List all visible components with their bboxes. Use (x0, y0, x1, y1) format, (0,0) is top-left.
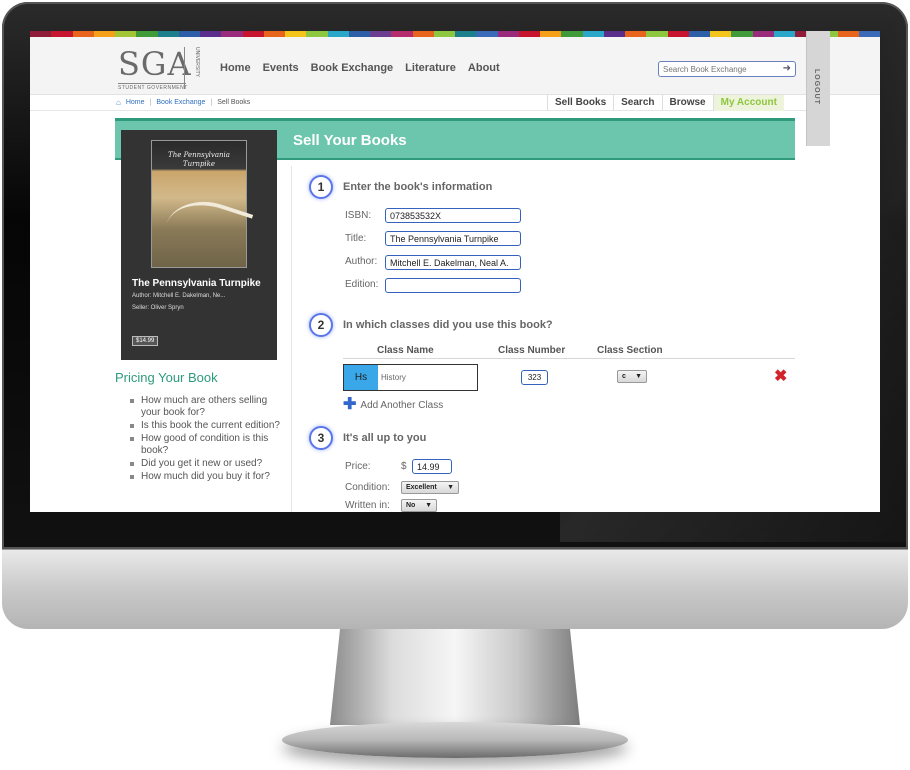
main-nav: Home Events Book Exchange Literature Abo… (220, 62, 500, 74)
search-input[interactable] (663, 64, 773, 75)
edition-label: Edition: (345, 279, 379, 290)
list-item: How much are others selling your book fo… (129, 395, 289, 419)
sub-bar: ⌂ Home | Book Exchange | Sell Books Sell… (30, 95, 806, 111)
currency-symbol: $ (401, 461, 407, 472)
add-another-class-button[interactable]: ✚ Add Another Class (343, 396, 444, 413)
nav-events[interactable]: Events (263, 62, 299, 74)
breadcrumb-separator: | (149, 99, 152, 106)
title-label: Title: (345, 233, 367, 244)
class-section-value: c (622, 373, 626, 380)
logo-subtext: STUDENT GOVERNMENT (118, 85, 188, 91)
condition-select[interactable]: Excellent ▼ (401, 481, 459, 494)
step-3-heading: It's all up to you (343, 432, 427, 444)
list-item: Did you get it new or used? (129, 458, 289, 470)
class-abbreviation-badge: Hs (344, 365, 378, 390)
book-author: Author: Mitchell E. Dakelman, Ne... (132, 293, 226, 299)
class-name-value: History (381, 373, 406, 382)
book-price-badge: $14.99 (132, 336, 159, 346)
condition-label: Condition: (345, 482, 391, 493)
monitor-stand-neck (330, 629, 580, 725)
step-1-heading: Enter the book's information (343, 181, 493, 193)
nav-literature[interactable]: Literature (405, 62, 456, 74)
logo-vertical-text: UNIVERSITY (184, 47, 200, 89)
remove-class-icon[interactable]: ✖ (774, 369, 787, 385)
author-field[interactable] (385, 255, 521, 270)
class-section-select[interactable]: c ▼ (617, 370, 647, 383)
list-item: Is this book the current edition? (129, 420, 289, 432)
column-divider (291, 166, 292, 512)
column-header-class-name: Class Name (377, 345, 434, 356)
logo-letters: SGA (118, 45, 192, 83)
price-field[interactable] (412, 459, 452, 474)
step-1-number: 1 (309, 175, 333, 199)
breadcrumb: ⌂ Home | Book Exchange | Sell Books (116, 98, 250, 107)
isbn-label: ISBN: (345, 210, 372, 221)
class-number-field[interactable]: 323 (521, 370, 548, 385)
edition-field[interactable] (385, 278, 521, 293)
class-name-field[interactable]: Hs History (343, 364, 478, 391)
step-3-number: 3 (309, 426, 333, 450)
arrow-right-icon[interactable]: ➜ (783, 63, 791, 75)
condition-value: Excellent (406, 484, 437, 491)
subnav-sell-books[interactable]: Sell Books (547, 95, 613, 111)
subnav-my-account[interactable]: My Account (712, 95, 784, 111)
cover-road-graphic (158, 190, 254, 272)
written-in-select[interactable]: No ▼ (401, 499, 437, 512)
cover-title: The Pennsylvania Turnpike (168, 151, 230, 168)
home-icon[interactable]: ⌂ (116, 98, 121, 107)
step-2-heading: In which classes did you use this book? (343, 319, 553, 331)
column-header-class-number: Class Number (498, 345, 566, 356)
breadcrumb-home[interactable]: Home (126, 99, 145, 106)
chevron-down-icon: ▼ (635, 373, 642, 380)
sga-logo[interactable]: SGA STUDENT GOVERNMENT UNIVERSITY (118, 47, 206, 91)
book-seller: Seller: Oliver Spryn (132, 305, 184, 311)
price-label: Price: (345, 461, 371, 472)
plus-icon: ✚ (343, 396, 357, 413)
logout-label: LOGOUT (813, 69, 820, 105)
page-title: Sell Your Books (293, 132, 407, 149)
book-title: The Pennsylvania Turnpike (132, 278, 261, 289)
list-item: How good of condition is this book? (129, 433, 289, 457)
monitor-chin (2, 549, 908, 629)
search-box: ➜ (658, 61, 796, 77)
chevron-down-icon: ▼ (447, 484, 454, 491)
list-item: How much did you buy it for? (129, 471, 289, 483)
book-card: The Pennsylvania Turnpike The Pennsylvan… (121, 130, 277, 360)
breadcrumb-current: Sell Books (217, 99, 251, 106)
book-cover-image: The Pennsylvania Turnpike (151, 140, 254, 272)
monitor-stand-base (282, 722, 628, 758)
screen: SGA STUDENT GOVERNMENT UNIVERSITY Home E… (30, 31, 880, 512)
pricing-title: Pricing Your Book (115, 370, 218, 385)
author-label: Author: (345, 256, 378, 267)
column-header-class-section: Class Section (597, 345, 663, 356)
breadcrumb-book-exchange[interactable]: Book Exchange (156, 99, 205, 106)
isbn-field[interactable] (385, 208, 521, 223)
written-in-value: No (406, 502, 416, 509)
logout-tab[interactable]: LOGOUT (806, 31, 830, 146)
add-another-class-label: Add Another Class (360, 399, 444, 411)
book-exchange-subnav: Sell Books Search Browse My Account (547, 95, 784, 111)
nav-about[interactable]: About (468, 62, 500, 74)
nav-home[interactable]: Home (220, 62, 251, 74)
breadcrumb-separator: | (210, 99, 213, 106)
site-header: SGA STUDENT GOVERNMENT UNIVERSITY Home E… (30, 37, 880, 95)
subnav-search[interactable]: Search (613, 95, 661, 111)
written-in-label: Written in: (345, 500, 390, 511)
title-field[interactable] (385, 231, 521, 246)
chevron-down-icon: ▼ (425, 502, 432, 509)
subnav-browse[interactable]: Browse (661, 95, 713, 111)
table-header-rule (343, 358, 795, 359)
logo-rule (118, 83, 186, 84)
pricing-tips-list: How much are others selling your book fo… (129, 395, 289, 484)
nav-book-exchange[interactable]: Book Exchange (311, 62, 394, 74)
step-2-number: 2 (309, 313, 333, 337)
